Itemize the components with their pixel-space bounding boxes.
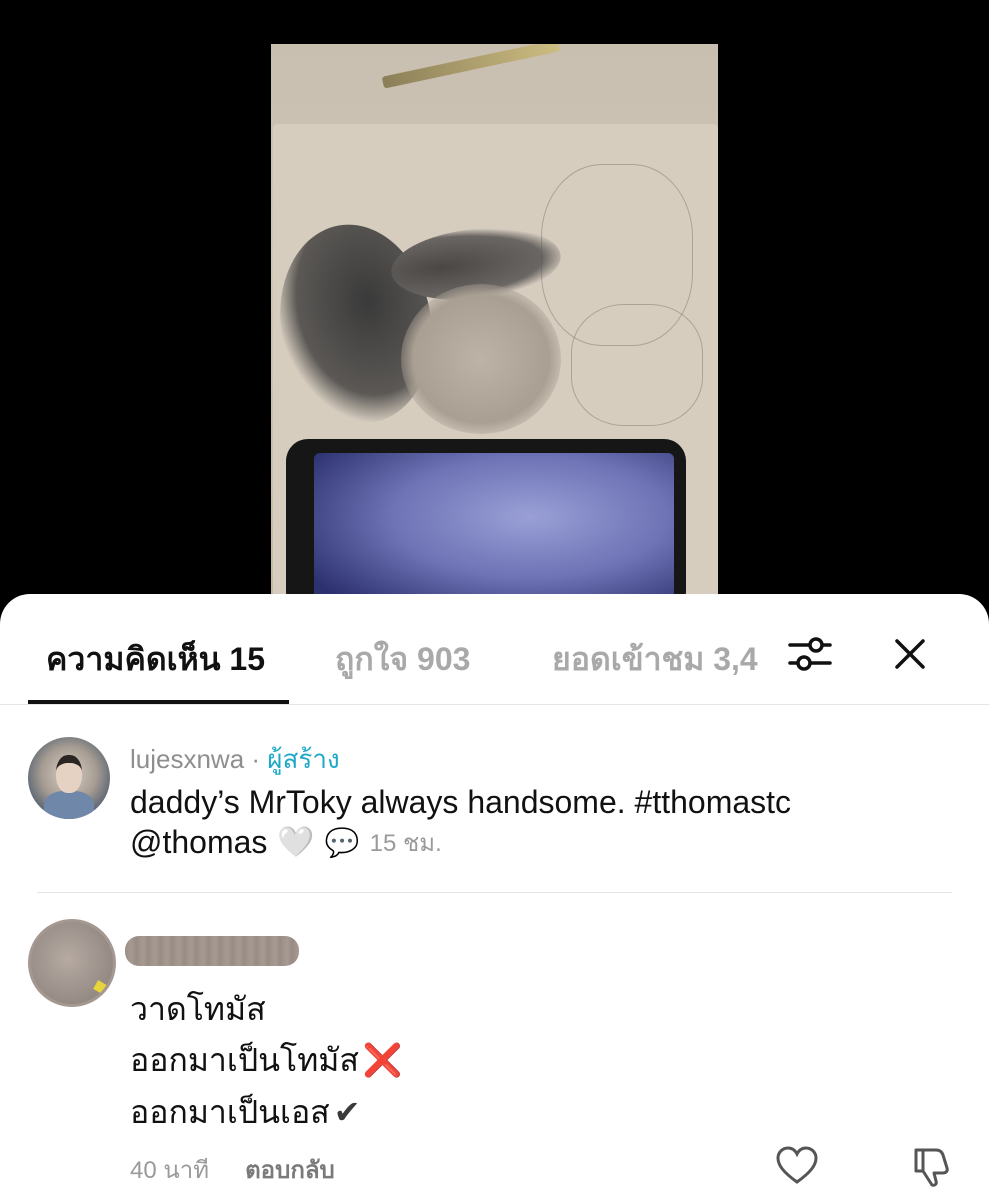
comment-line: ออกมาเป็นโทมัส [130, 1042, 359, 1078]
avatar-redacted[interactable] [28, 919, 116, 1007]
sketch-outline [571, 304, 703, 426]
heart-emoji-icon: 🤍 [277, 825, 315, 859]
comment-line: ออกมาเป็นเอส [130, 1094, 330, 1130]
comments-sheet: ความคิดเห็น 15 ถูกใจ 903 ยอดเข้าชม 3,4 l… [0, 594, 989, 1200]
close-icon[interactable] [886, 630, 934, 678]
screen: ความคิดเห็น 15 ถูกใจ 903 ยอดเข้าชม 3,4 l… [0, 0, 989, 1200]
tab-comments[interactable]: ความคิดเห็น 15 [46, 634, 265, 685]
avatar[interactable] [28, 737, 110, 819]
redacted-username [125, 936, 299, 966]
video-preview[interactable] [271, 44, 718, 604]
tab-bar: ความคิดเห็น 15 ถูกใจ 903 ยอดเข้าชม 3,4 [0, 594, 989, 705]
comment-footer: 40 นาที ตอบกลับ [130, 1150, 335, 1189]
reference-phone [286, 439, 686, 604]
comment-author-line: lujesxnwa · ผู้สร้าง [130, 739, 340, 780]
separator-dot: · [244, 744, 268, 774]
active-tab-indicator [28, 700, 289, 704]
avatar-figure [44, 791, 94, 819]
comment-timestamp: 15 ชม. [369, 829, 442, 857]
check-mark-icon: ✔ [333, 1094, 361, 1130]
tab-views[interactable]: ยอดเข้าชม 3,4 [552, 634, 762, 685]
pencil-image [381, 44, 561, 89]
cross-mark-icon: ❌ [362, 1042, 403, 1078]
comment-line-with-cross: ออกมาเป็นโทมัส ❌ [130, 1035, 403, 1086]
comment-line: วาดโทมัส [130, 991, 266, 1027]
tab-likes[interactable]: ถูกใจ 903 [335, 634, 470, 685]
tab-views-clip: ยอดเข้าชม 3,4 [552, 634, 762, 685]
speech-bubble-emoji-icon: 💬 [324, 826, 360, 858]
comment-line-with-check: ออกมาเป็นเอส ✔ [130, 1087, 361, 1138]
mention-link[interactable]: @thomas [130, 824, 267, 861]
comment-timestamp: 40 นาที [130, 1157, 210, 1184]
heart-outline-icon[interactable] [773, 1142, 821, 1190]
sliders-icon[interactable] [786, 630, 834, 678]
comment-meta: @thomas 🤍 💬 15 ชม. [130, 822, 442, 862]
creator-badge: ผู้สร้าง [267, 744, 340, 774]
username[interactable]: lujesxnwa [130, 744, 244, 774]
reply-button[interactable]: ตอบกลับ [245, 1157, 335, 1184]
drawing-face [401, 284, 561, 434]
divider [37, 892, 952, 893]
avatar-detail [93, 980, 107, 994]
comment-text: daddy’s MrToky always handsome. #tthomas… [130, 784, 792, 820]
avatar-face [56, 755, 82, 793]
thumbs-down-outline-icon[interactable] [908, 1142, 956, 1190]
reference-photo [314, 453, 674, 604]
